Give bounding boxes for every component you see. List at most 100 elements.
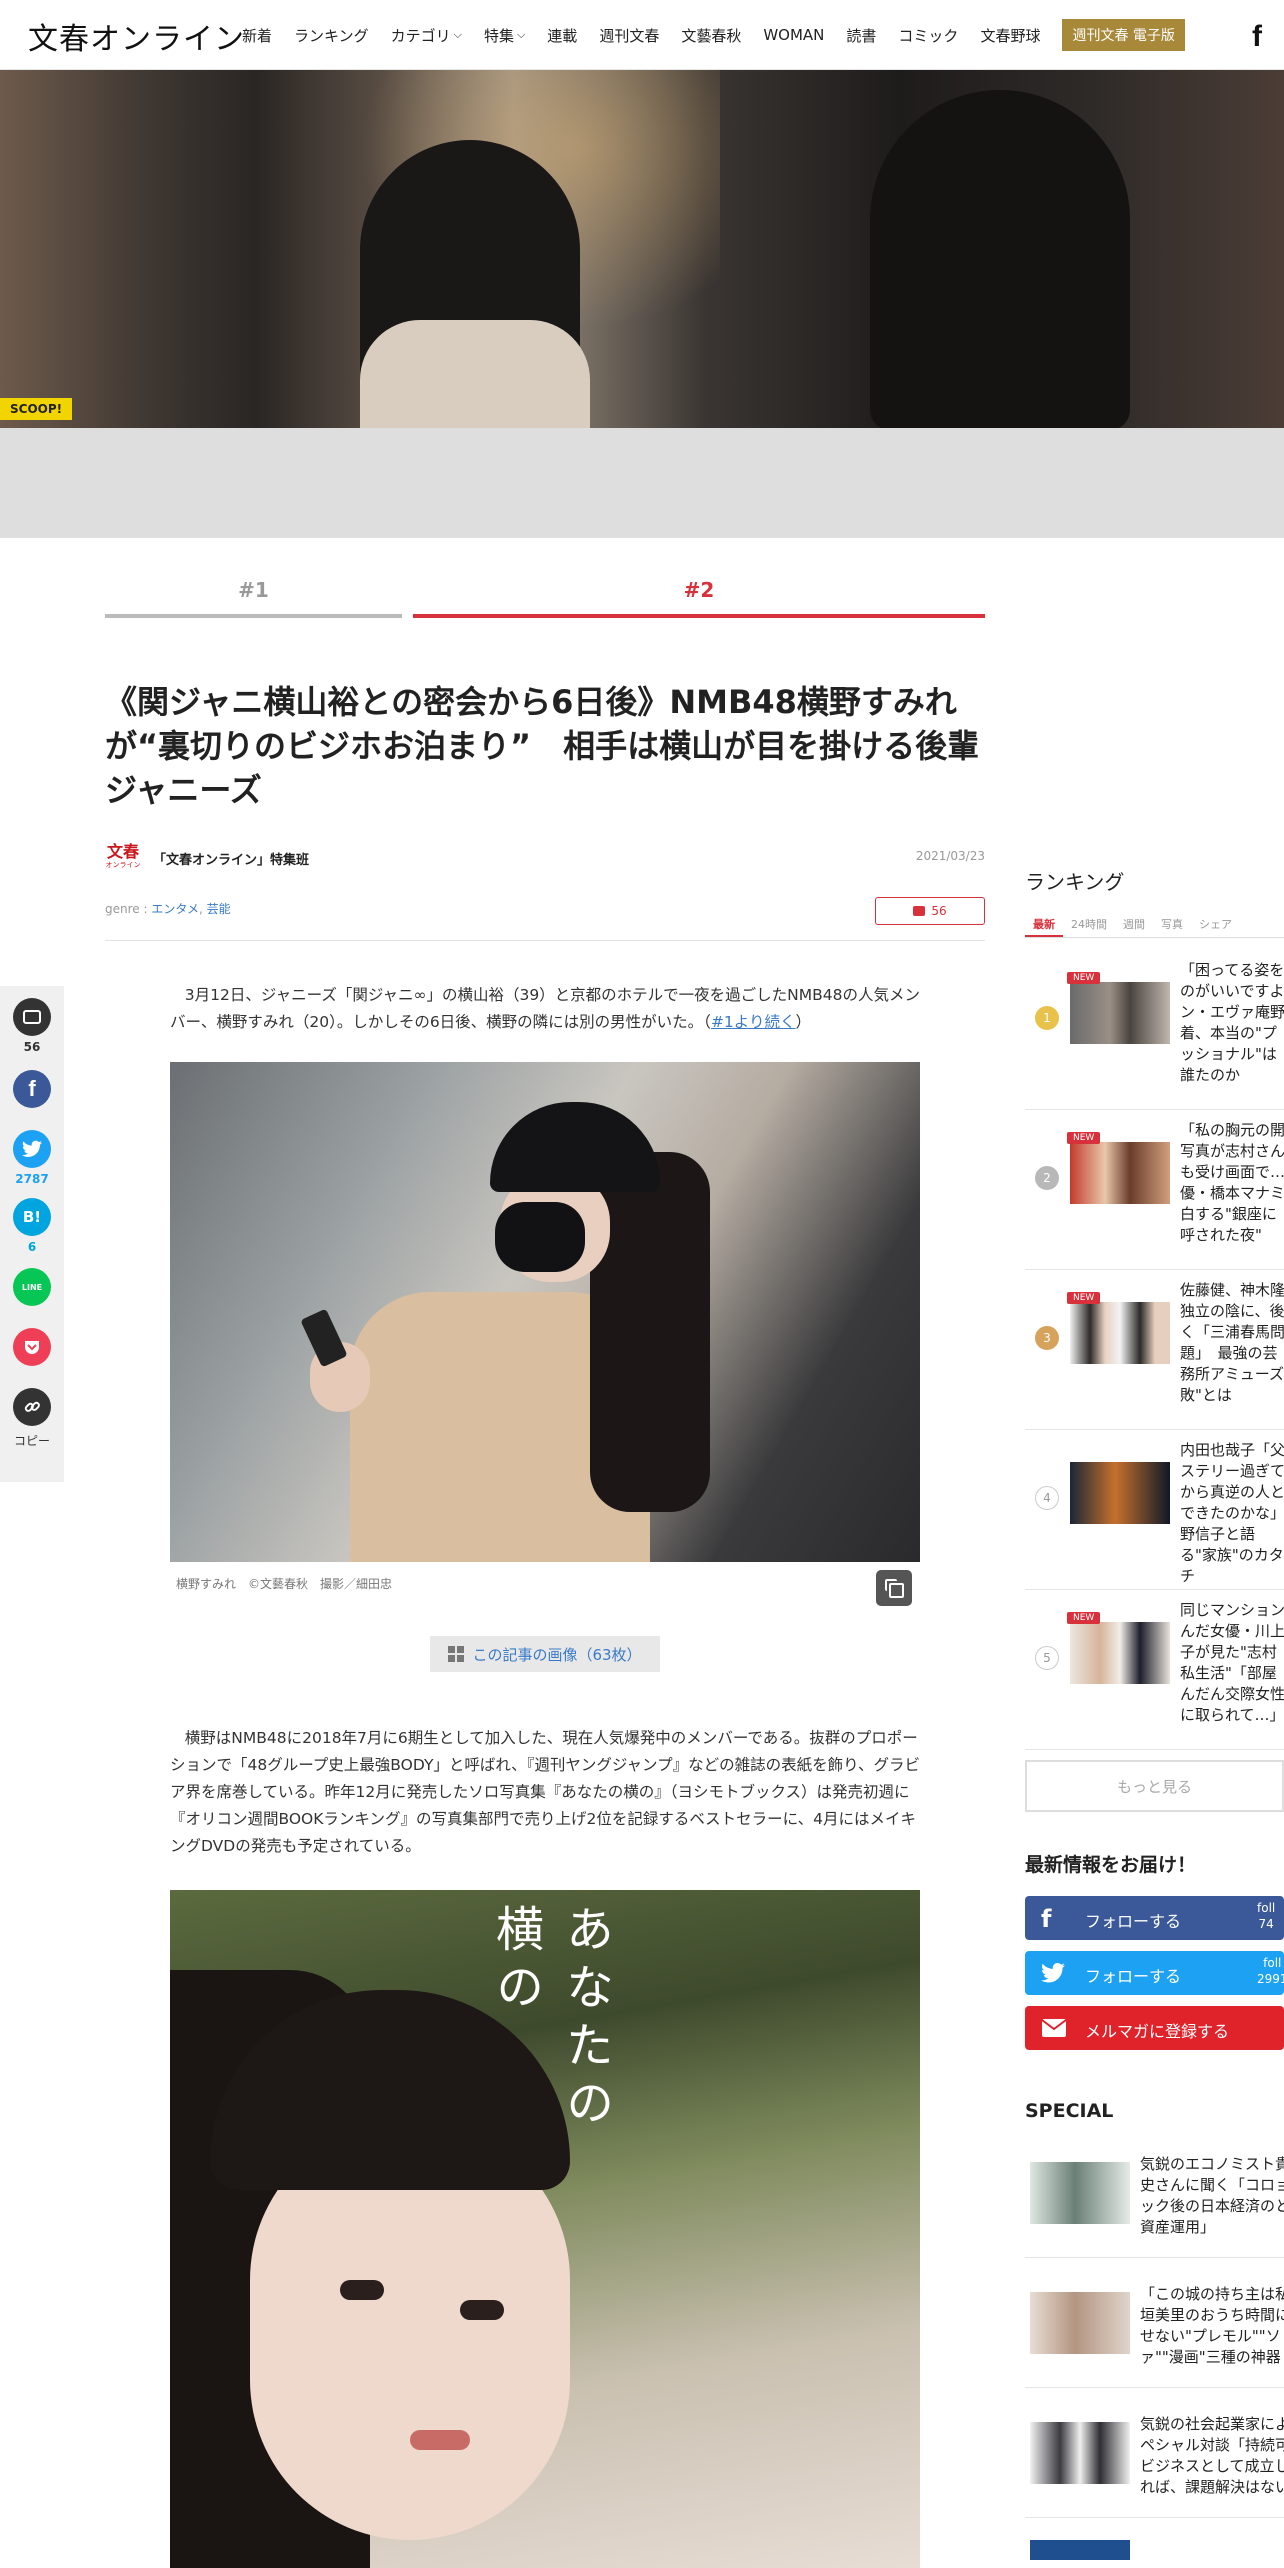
ranking-tab-latest[interactable]: 最新 bbox=[1025, 912, 1063, 937]
newsletter-subscribe-button[interactable]: メルマガに登録する bbox=[1025, 2006, 1284, 2050]
line-share-button[interactable]: LINE bbox=[13, 1268, 51, 1306]
special-item[interactable]: 気鋭の社会起業家によペシャル対談「持続可ビジネスとして成立しれば、課題解決はない bbox=[1025, 2400, 1284, 2518]
nav-label: 読書 bbox=[846, 26, 877, 45]
twitter-follow-button[interactable]: フォローする foll 2991 bbox=[1025, 1951, 1284, 1995]
nav-item-ranking[interactable]: ランキング bbox=[294, 25, 369, 46]
scoop-badge: SCOOP! bbox=[0, 398, 73, 420]
copy-link-button[interactable] bbox=[13, 1388, 51, 1426]
ranking-headline: 「困ってる姿をのがいいですよン・エヴァ庵野着、本当の"プッショナル"は誰たのか bbox=[1180, 961, 1284, 1084]
follow-title: 最新情報をお届け！ bbox=[1025, 1854, 1197, 1876]
share-twitter-count: 2787 bbox=[15, 1172, 49, 1186]
nav-label: WOMAN bbox=[763, 26, 825, 44]
paragraph-text: ） bbox=[795, 1013, 811, 1031]
genre-prefix: genre : bbox=[105, 902, 152, 916]
facebook-share-button[interactable]: f bbox=[13, 1070, 51, 1108]
nav-item-comic[interactable]: コミック bbox=[898, 25, 958, 46]
genre-separator: , bbox=[198, 902, 207, 916]
hatena-share-button[interactable]: B! bbox=[13, 1198, 51, 1236]
follower-label: foll bbox=[1257, 1901, 1276, 1915]
chevron-down-icon: ⌵ bbox=[453, 28, 462, 41]
ranking-tab-photo[interactable]: 写真 bbox=[1153, 912, 1191, 937]
nav-item-books[interactable]: 読書 bbox=[846, 25, 876, 46]
special-headline: 気鋭の社会起業家によペシャル対談「持続可ビジネスとして成立しれば、課題解決はない bbox=[1140, 2415, 1284, 2496]
newsletter-label: メルマガに登録する bbox=[1085, 2022, 1230, 2041]
nav-item-shukan-bunshun[interactable]: 週刊文春 bbox=[599, 25, 659, 46]
gallery-label: この記事の画像（63枚） bbox=[472, 1645, 642, 1664]
photobook-cover-photo[interactable]: あなたの 横の bbox=[170, 1890, 920, 2568]
article-paragraph: 横野はNMB48に2018年7月に6期生として加入した、現在人気爆発中のメンバー… bbox=[170, 1725, 920, 1860]
author-logo-main: 文春 bbox=[106, 842, 139, 861]
ranking-tab-share[interactable]: シェア bbox=[1191, 912, 1240, 937]
ranking-item[interactable]: 2 NEW 「私の胸元の開写真が志村さんも受け画面で…優・橋本マナミ白する"銀座… bbox=[1025, 1110, 1284, 1270]
genre-link-geino[interactable]: 芸能 bbox=[207, 902, 231, 916]
tab-page-1[interactable]: #1 bbox=[105, 578, 402, 618]
ranking-item[interactable]: 5 NEW 同じマンションんだ女優・川上子が見た"志村私生活"「部屋んだん交際女… bbox=[1025, 1590, 1284, 1750]
comment-share-button[interactable] bbox=[13, 998, 51, 1036]
ranking-item[interactable]: 3 NEW 佐藤健、神木隆独立の陰に、後く「三浦春馬問題」 最強の芸務所アミュー… bbox=[1025, 1270, 1284, 1430]
follower-number: 74 bbox=[1258, 1917, 1274, 1931]
nav-label: 週刊文春 bbox=[599, 26, 660, 45]
author-name[interactable]: 「文春オンライン」特集班 bbox=[153, 849, 309, 868]
photo-phone bbox=[300, 1308, 348, 1368]
genre-link-entame[interactable]: エンタメ bbox=[151, 902, 199, 916]
ranking-item[interactable]: 4 内田也哉子「父ステリー過ぎてから真逆の人とできたのかな」野信子と語る"家族"… bbox=[1025, 1430, 1284, 1590]
comment-count: 56 bbox=[931, 904, 947, 918]
facebook-icon[interactable]: f bbox=[1252, 20, 1262, 54]
article-photo[interactable] bbox=[170, 1062, 920, 1562]
ranking-headline: 同じマンションんだ女優・川上子が見た"志村私生活"「部屋んだん交際女性に取られて… bbox=[1180, 1601, 1284, 1724]
comment-button[interactable]: 56 bbox=[875, 897, 985, 925]
tab-page-2[interactable]: #2 bbox=[413, 578, 985, 618]
ranking-tab-24h[interactable]: 24時間 bbox=[1063, 912, 1115, 937]
pocket-icon bbox=[25, 1341, 39, 1354]
follower-count: foll 2991 bbox=[1257, 1955, 1284, 1987]
photobook-title-line: あなたの bbox=[557, 1904, 613, 2136]
nav-label: 新着 bbox=[242, 26, 273, 45]
facebook-icon: f bbox=[28, 1076, 36, 1101]
site-logo[interactable]: 文春オンライン bbox=[28, 14, 245, 58]
pocket-share-button[interactable] bbox=[13, 1328, 51, 1366]
photo-eye bbox=[340, 2280, 384, 2300]
ranking-item[interactable]: 1 NEW 「困ってる姿をのがいいですよン・エヴァ庵野着、本当の"プッショナル"… bbox=[1025, 950, 1284, 1110]
continued-link[interactable]: #1より続く bbox=[711, 1013, 796, 1031]
main-nav: 新着 ランキング カテゴリ ⌵ 特集 ⌵ 連載 週刊文春 文藝春秋 WOMAN 読書… bbox=[242, 0, 1185, 70]
ranking-tab-weekly[interactable]: 週間 bbox=[1115, 912, 1153, 937]
facebook-follow-button[interactable]: f フォローする foll 74 bbox=[1025, 1896, 1284, 1940]
photo-caption: 横野すみれ ©文藝春秋 撮影／細田忠 bbox=[176, 1577, 393, 1591]
special-item[interactable]: 「この城の持ち主は私垣美里のおうち時間にせない"プレモル""ソァ""漫画"三種の… bbox=[1025, 2270, 1284, 2388]
publish-date: 2021/03/23 bbox=[915, 849, 985, 863]
nav-item-feature[interactable]: 特集 ⌵ bbox=[484, 25, 525, 46]
copy-icon bbox=[889, 1583, 904, 1598]
special-item[interactable] bbox=[1025, 2530, 1284, 2560]
twitter-share-button[interactable] bbox=[13, 1130, 51, 1168]
ranking-title: ランキング bbox=[1025, 870, 1125, 894]
ebook-button[interactable]: 週刊文春 電子版 bbox=[1062, 19, 1185, 51]
comment-icon bbox=[23, 1010, 41, 1024]
author-logo-sub: オンライン bbox=[105, 861, 141, 869]
hero-image[interactable] bbox=[0, 70, 1284, 428]
nav-label: カテゴリ bbox=[390, 26, 451, 45]
nav-item-new[interactable]: 新着 bbox=[242, 25, 272, 46]
chevron-down-icon: ⌵ bbox=[516, 28, 526, 41]
nav-label: 特集 bbox=[483, 26, 514, 45]
special-title: SPECIAL bbox=[1025, 2100, 1114, 2122]
special-item[interactable]: 気鋭のエコノミスト貴史さんに聞く「コロョック後の日本経済のと資産運用」 bbox=[1025, 2140, 1284, 2258]
copy-image-button[interactable] bbox=[876, 1570, 912, 1606]
nav-item-bungei-shunju[interactable]: 文藝春秋 bbox=[681, 25, 741, 46]
ranking-more-button[interactable]: もっと見る bbox=[1025, 1760, 1284, 1812]
nav-label: コミック bbox=[898, 26, 959, 45]
follower-number: 2991 bbox=[1257, 1972, 1284, 1986]
twitter-icon bbox=[22, 1140, 42, 1157]
nav-item-serial[interactable]: 連載 bbox=[547, 25, 577, 46]
ranking-thumbnail bbox=[1070, 1462, 1170, 1524]
nav-item-category[interactable]: カテゴリ ⌵ bbox=[391, 25, 462, 46]
nav-item-woman[interactable]: WOMAN bbox=[763, 26, 824, 44]
share-comment-count: 56 bbox=[23, 1040, 41, 1054]
nav-label: 連載 bbox=[547, 26, 578, 45]
ad-placeholder bbox=[0, 428, 1284, 538]
grid-icon bbox=[448, 1646, 465, 1662]
genre-tags: genre : エンタメ, 芸能 bbox=[105, 900, 231, 917]
nav-item-baseball[interactable]: 文春野球 bbox=[980, 25, 1040, 46]
new-badge: NEW bbox=[1067, 1132, 1101, 1144]
gallery-button[interactable]: この記事の画像（63枚） bbox=[430, 1636, 660, 1672]
photo-mask bbox=[495, 1202, 585, 1272]
